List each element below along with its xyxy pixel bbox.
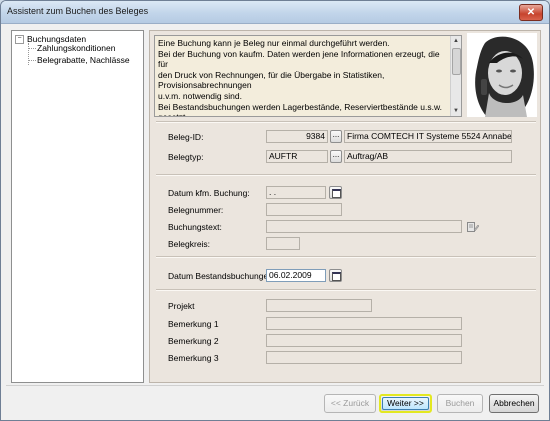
scroll-thumb[interactable] xyxy=(452,48,461,75)
beleg-id-field[interactable]: 9384 xyxy=(266,130,328,143)
bemerkung1-label: Bemerkung 1 xyxy=(168,319,219,329)
datum-kfm-field[interactable]: . . xyxy=(266,186,326,199)
bemerkung3-field[interactable] xyxy=(266,351,462,364)
info-scrollbar[interactable]: ▲ ▼ xyxy=(450,36,461,116)
separator xyxy=(156,174,536,176)
navigation-tree: − Buchungsdaten Zahlungskonditionen Bele… xyxy=(11,30,144,383)
info-textbox[interactable]: Eine Buchung kann je Beleg nur einmal du… xyxy=(154,35,462,117)
buchungstext-label: Buchungstext: xyxy=(168,222,222,232)
info-line: Eine Buchung kann je Beleg nur einmal du… xyxy=(158,38,390,48)
tree-item-belegrabatte[interactable]: Belegrabatte, Nachlässe xyxy=(37,55,130,65)
datum-kfm-label: Datum kfm. Buchung: xyxy=(168,188,250,198)
bemerkung1-field[interactable] xyxy=(266,317,462,330)
projekt-label: Projekt xyxy=(168,301,195,311)
separator xyxy=(156,256,536,258)
datum-kfm-calendar-button[interactable] xyxy=(329,186,342,199)
close-icon: ✕ xyxy=(526,7,536,18)
main-panel: Eine Buchung kann je Beleg nur einmal du… xyxy=(149,30,541,383)
scroll-down-icon[interactable]: ▼ xyxy=(451,106,461,116)
bemerkung2-label: Bemerkung 2 xyxy=(168,336,219,346)
info-line: u.v.m. notwendig sind. xyxy=(158,90,242,101)
separator xyxy=(156,289,536,291)
belegnummer-field[interactable] xyxy=(266,203,342,216)
close-button[interactable]: ✕ xyxy=(519,4,543,21)
assistant-photo xyxy=(467,33,537,117)
tree-connector xyxy=(28,43,29,65)
wizard-window: Assistent zum Buchen des Beleges ✕ − Buc… xyxy=(0,0,550,421)
footer-divider xyxy=(6,385,544,386)
info-line: Bei Bestandsbuchungen werden Lagerbestän… xyxy=(158,101,442,116)
belegtyp-lookup-button[interactable]: ... xyxy=(330,150,342,163)
datum-bestand-field[interactable]: 06.02.2009 xyxy=(266,269,326,282)
cancel-button[interactable]: Abbrechen xyxy=(489,394,539,413)
belegkreis-label: Belegkreis: xyxy=(168,239,211,249)
info-text: Eine Buchung kann je Beleg nur einmal du… xyxy=(158,38,450,116)
window-title: Assistent zum Buchen des Beleges xyxy=(7,6,149,16)
belegtyp-field[interactable]: AUFTR xyxy=(266,150,328,163)
belegnummer-label: Belegnummer: xyxy=(168,205,224,215)
bemerkung3-label: Bemerkung 3 xyxy=(168,353,219,363)
book-button[interactable]: Buchen xyxy=(437,394,483,413)
belegkreis-field[interactable] xyxy=(266,237,300,250)
back-button[interactable]: << Zurück xyxy=(324,394,376,413)
calendar-icon xyxy=(332,272,341,281)
company-field: Firma COMTECH IT Systeme 5524 Annaberg xyxy=(344,130,512,143)
tree-connector xyxy=(28,48,36,49)
projekt-field[interactable] xyxy=(266,299,372,312)
title-bar[interactable]: Assistent zum Buchen des Beleges ✕ xyxy=(1,1,549,24)
info-line: den Druck von Rechnungen, für die Überga… xyxy=(158,69,385,91)
tree-item-zahlungskonditionen[interactable]: Zahlungskonditionen xyxy=(37,43,115,53)
separator xyxy=(156,121,536,123)
edit-text-icon[interactable] xyxy=(467,221,479,233)
datum-bestand-calendar-button[interactable] xyxy=(329,269,342,282)
belegtyp-label: Belegtyp: xyxy=(168,152,204,162)
tree-connector xyxy=(28,60,36,61)
info-line: Bei der Buchung von kaufm. Daten werden … xyxy=(158,48,440,70)
belegtyp-description-field: Auftrag/AB xyxy=(344,150,512,163)
beleg-id-lookup-button[interactable]: ... xyxy=(330,130,342,143)
buchungstext-field[interactable] xyxy=(266,220,462,233)
scroll-up-icon[interactable]: ▲ xyxy=(451,36,461,46)
wizard-body: − Buchungsdaten Zahlungskonditionen Bele… xyxy=(6,28,544,415)
next-button[interactable]: Weiter >> xyxy=(379,394,432,413)
calendar-icon xyxy=(332,189,341,198)
collapse-icon[interactable]: − xyxy=(15,34,24,44)
next-button-label: Weiter >> xyxy=(382,397,429,410)
datum-bestand-label: Datum Bestandsbuchungen xyxy=(168,271,273,281)
beleg-id-label: Beleg-ID: xyxy=(168,132,204,142)
bemerkung2-field[interactable] xyxy=(266,334,462,347)
